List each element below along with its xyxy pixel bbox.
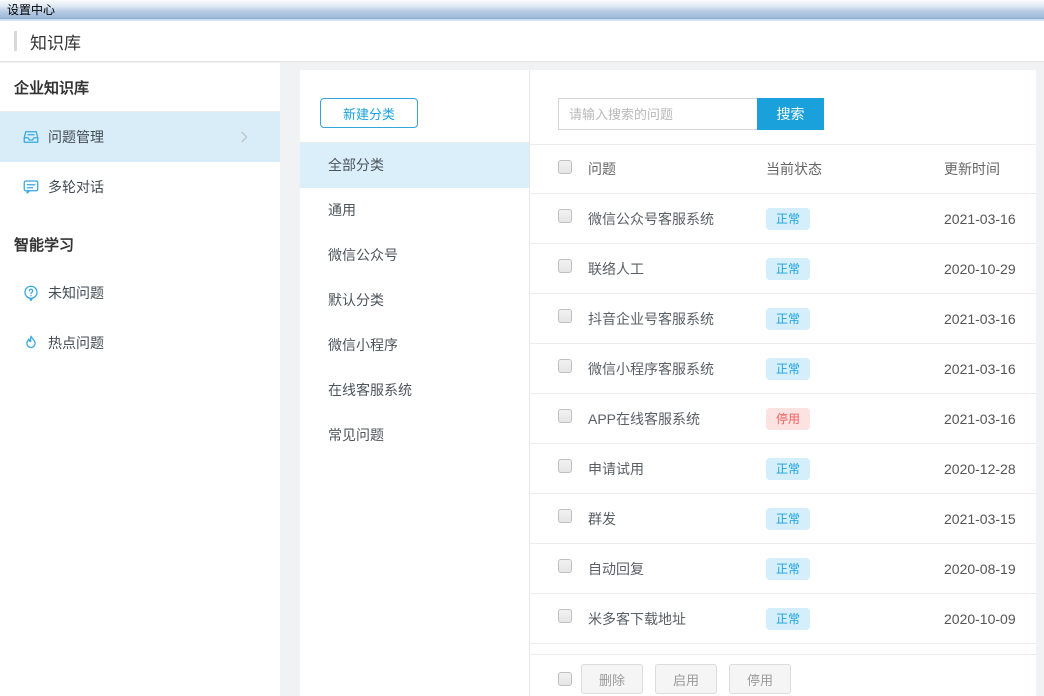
status-badge: 正常 xyxy=(766,608,810,630)
status-badge: 停用 xyxy=(766,408,810,430)
column-header-question: 问题 xyxy=(588,159,766,179)
row-checkbox[interactable] xyxy=(558,509,572,523)
table-body: 微信公众号客服系统 正常 2021-03-16 联络人工 正常 2020-10-… xyxy=(530,194,1036,644)
table-row: 抖音企业号客服系统 正常 2021-03-16 xyxy=(530,294,1036,344)
header-accent-bar xyxy=(14,31,17,51)
question-pin-icon xyxy=(22,284,40,302)
select-all-checkbox[interactable] xyxy=(558,160,572,174)
sidebar-item-label: 未知问题 xyxy=(48,283,104,303)
updated-cell: 2020-10-09 xyxy=(944,611,1036,627)
question-cell: 自动回复 xyxy=(588,559,766,579)
sidebar-item-unknown-questions[interactable]: 未知问题 xyxy=(0,268,280,318)
titlebar-title: 设置中心 xyxy=(7,1,55,18)
column-header-updated: 更新时间 xyxy=(944,159,1036,179)
status-badge: 正常 xyxy=(766,258,810,280)
table-row: 申请试用 正常 2020-12-28 xyxy=(530,444,1036,494)
status-badge: 正常 xyxy=(766,558,810,580)
question-cell: 联络人工 xyxy=(588,259,766,279)
row-checkbox[interactable] xyxy=(558,409,572,423)
page-title: 知识库 xyxy=(30,29,81,54)
row-checkbox[interactable] xyxy=(558,309,572,323)
category-label: 微信小程序 xyxy=(328,337,398,353)
category-panel: 新建分类 全部分类 通用 微信公众号 默认分类 微信小程序 在线客服系统 常见问… xyxy=(300,70,530,696)
category-item[interactable]: 在线客服系统 xyxy=(300,368,529,413)
sidebar-item-hot-questions[interactable]: 热点问题 xyxy=(0,318,280,368)
row-checkbox[interactable] xyxy=(558,559,572,573)
table-header: 问题 当前状态 更新时间 xyxy=(530,144,1036,194)
row-checkbox[interactable] xyxy=(558,209,572,223)
updated-cell: 2021-03-16 xyxy=(944,361,1036,377)
category-label: 微信公众号 xyxy=(328,247,398,263)
row-checkbox[interactable] xyxy=(558,359,572,373)
question-cell: 米多客下载地址 xyxy=(588,609,766,629)
table-row: 米多客下载地址 正常 2020-10-09 xyxy=(530,594,1036,644)
question-cell: 群发 xyxy=(588,509,766,529)
table-row: 微信小程序客服系统 正常 2021-03-16 xyxy=(530,344,1036,394)
sidebar-section-enterprise-kb: 企业知识库 xyxy=(0,63,280,112)
row-checkbox[interactable] xyxy=(558,609,572,623)
category-item[interactable]: 全部分类 xyxy=(300,143,529,188)
table-row: 自动回复 正常 2020-08-19 xyxy=(530,544,1036,594)
table-row: 微信公众号客服系统 正常 2021-03-16 xyxy=(530,194,1036,244)
main-panel: 新建分类 全部分类 通用 微信公众号 默认分类 微信小程序 在线客服系统 常见问… xyxy=(300,70,1036,696)
category-label: 在线客服系统 xyxy=(328,382,412,398)
category-label: 默认分类 xyxy=(328,292,384,308)
column-header-status: 当前状态 xyxy=(766,159,944,179)
sidebar-item-label: 问题管理 xyxy=(48,127,104,147)
category-item[interactable]: 常见问题 xyxy=(300,413,529,458)
sidebar-section-smart-learning: 智能学习 xyxy=(0,220,280,268)
new-category-button[interactable]: 新建分类 xyxy=(320,98,418,128)
status-badge: 正常 xyxy=(766,358,810,380)
status-badge: 正常 xyxy=(766,208,810,230)
question-cell: 申请试用 xyxy=(588,459,766,479)
disable-button[interactable]: 停用 xyxy=(729,664,791,694)
status-badge: 正常 xyxy=(766,458,810,480)
row-checkbox[interactable] xyxy=(558,459,572,473)
status-badge: 正常 xyxy=(766,508,810,530)
search-bar: 搜索 xyxy=(558,98,1036,130)
sidebar-item-question-management[interactable]: 问题管理 xyxy=(0,112,280,162)
search-button[interactable]: 搜索 xyxy=(757,98,824,130)
flame-icon xyxy=(22,334,40,352)
question-cell: APP在线客服系统 xyxy=(588,409,766,429)
enable-button[interactable]: 启用 xyxy=(655,664,717,694)
category-item[interactable]: 微信公众号 xyxy=(300,233,529,278)
updated-cell: 2021-03-16 xyxy=(944,311,1036,327)
table-footer: 删除 启用 停用 xyxy=(530,654,1036,694)
category-label: 常见问题 xyxy=(328,427,384,443)
updated-cell: 2020-12-28 xyxy=(944,461,1036,477)
sidebar-item-label: 热点问题 xyxy=(48,333,104,353)
question-cell: 微信公众号客服系统 xyxy=(588,209,766,229)
question-cell: 微信小程序客服系统 xyxy=(588,359,766,379)
chat-icon xyxy=(22,178,40,196)
table-row: APP在线客服系统 停用 2021-03-16 xyxy=(530,394,1036,444)
sidebar: 企业知识库 问题管理 多轮对话 智能学习 xyxy=(0,63,280,696)
window-titlebar[interactable]: 设置中心 xyxy=(0,0,1044,19)
category-label: 通用 xyxy=(328,202,356,218)
sidebar-item-label: 多轮对话 xyxy=(48,177,104,197)
category-list: 全部分类 通用 微信公众号 默认分类 微信小程序 在线客服系统 常见问题 xyxy=(300,143,529,458)
footer-select-checkbox[interactable] xyxy=(558,672,572,686)
updated-cell: 2020-10-29 xyxy=(944,261,1036,277)
delete-button[interactable]: 删除 xyxy=(581,664,643,694)
updated-cell: 2021-03-15 xyxy=(944,511,1036,527)
chevron-right-icon xyxy=(236,129,252,145)
table-row: 群发 正常 2021-03-15 xyxy=(530,494,1036,544)
sidebar-item-multi-turn-dialogue[interactable]: 多轮对话 xyxy=(0,162,280,212)
category-item[interactable]: 通用 xyxy=(300,188,529,233)
question-table-panel: 搜索 问题 当前状态 更新时间 微信公众号客服系统 正常 2021-03-16 … xyxy=(530,70,1036,696)
inbox-icon xyxy=(22,128,40,146)
page-header: 知识库 xyxy=(0,21,1044,62)
category-item[interactable]: 默认分类 xyxy=(300,278,529,323)
updated-cell: 2021-03-16 xyxy=(944,211,1036,227)
category-item[interactable]: 微信小程序 xyxy=(300,323,529,368)
question-cell: 抖音企业号客服系统 xyxy=(588,309,766,329)
status-badge: 正常 xyxy=(766,308,810,330)
search-input[interactable] xyxy=(558,98,758,130)
category-label: 全部分类 xyxy=(328,157,384,173)
updated-cell: 2020-08-19 xyxy=(944,561,1036,577)
table-row: 联络人工 正常 2020-10-29 xyxy=(530,244,1036,294)
row-checkbox[interactable] xyxy=(558,259,572,273)
updated-cell: 2021-03-16 xyxy=(944,411,1036,427)
